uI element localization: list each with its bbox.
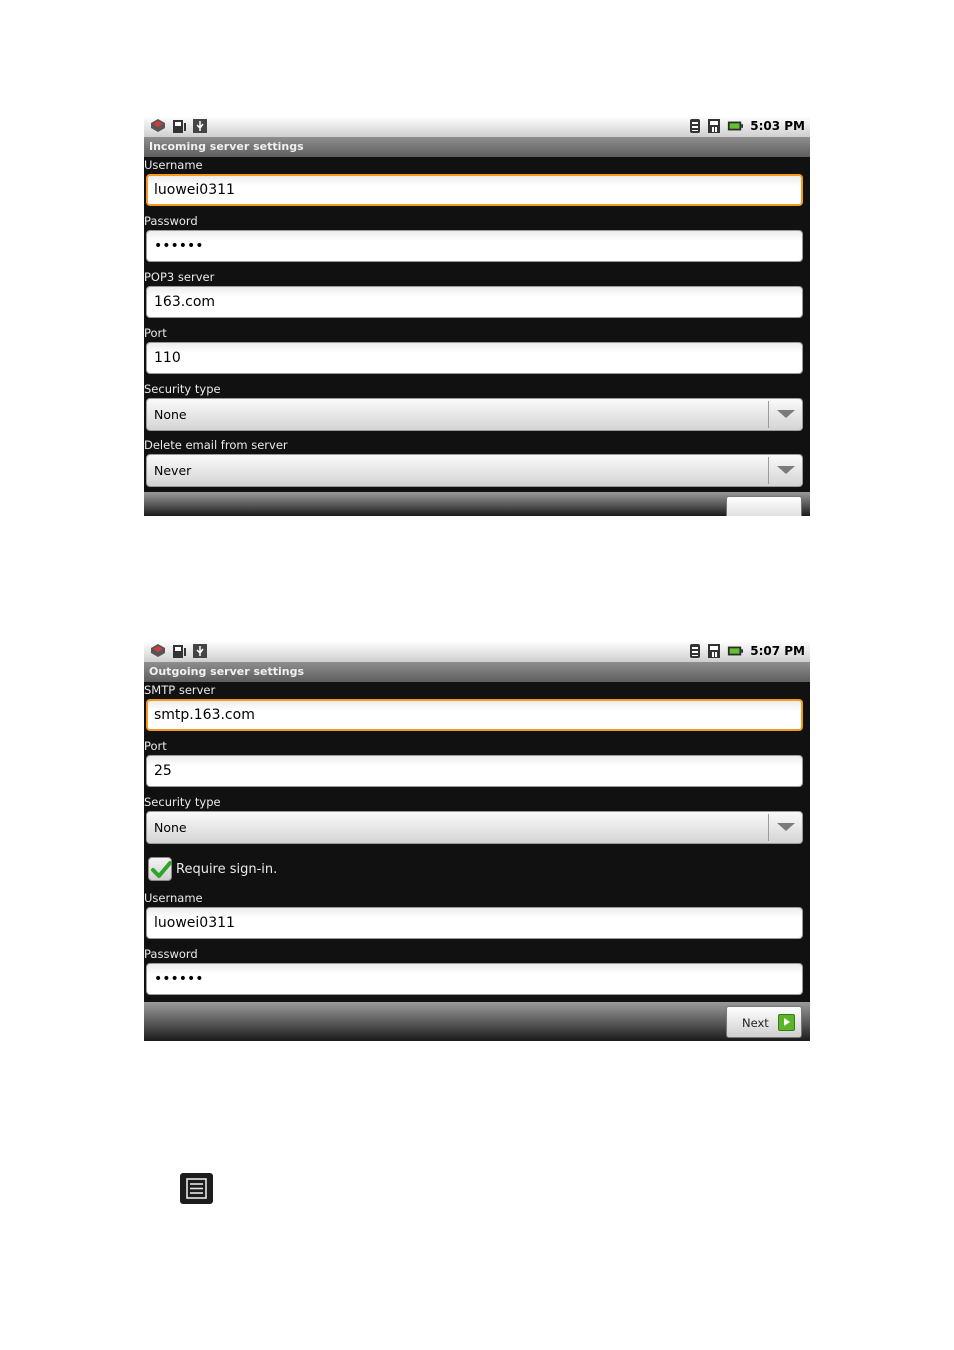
- battery-charging-icon: [728, 121, 744, 131]
- pop3-server-label: POP3 server: [144, 270, 215, 284]
- security-type-label: Security type: [144, 795, 221, 809]
- delete-email-value: Never: [154, 463, 192, 478]
- incoming-settings-screen: 5:03 PM Incoming server settings Usernam…: [144, 116, 810, 516]
- next-button-label: Next: [742, 1016, 769, 1030]
- next-button[interactable]: Next: [726, 1006, 802, 1038]
- bottom-bar: [144, 492, 810, 516]
- status-time: 5:03 PM: [750, 119, 805, 133]
- require-signin-checkbox[interactable]: [148, 857, 172, 881]
- chevron-down-icon: [777, 466, 795, 474]
- require-signin-label: Require sign-in.: [176, 861, 278, 877]
- password-label: Password: [144, 214, 198, 228]
- security-type-select[interactable]: None: [146, 398, 803, 431]
- delete-email-label: Delete email from server: [144, 438, 288, 452]
- battery-charging-icon: [728, 646, 744, 656]
- security-type-value: None: [154, 407, 187, 422]
- smtp-server-label: SMTP server: [144, 683, 216, 697]
- pop3-server-field[interactable]: 163.com: [146, 286, 803, 318]
- outgoing-settings-screen: 5:07 PM Outgoing server settings SMTP se…: [144, 641, 810, 1041]
- arrow-right-icon: [778, 1014, 795, 1031]
- username-label: Username: [144, 891, 203, 905]
- checkmark-icon: [151, 861, 172, 878]
- delete-email-select[interactable]: Never: [146, 454, 803, 487]
- page-title: Incoming server settings: [144, 137, 810, 157]
- wifi-icon: [690, 644, 701, 658]
- sd-card-icon: [173, 120, 186, 133]
- status-bar: 5:03 PM: [144, 116, 810, 137]
- status-time: 5:07 PM: [750, 644, 805, 658]
- port-label: Port: [144, 739, 167, 753]
- signal-icon: [708, 644, 721, 658]
- username-field[interactable]: luowei0311: [146, 907, 803, 939]
- wifi-icon: [690, 119, 701, 133]
- usb-icon: [193, 644, 207, 658]
- security-type-label: Security type: [144, 382, 221, 396]
- port-field[interactable]: 110: [146, 342, 803, 374]
- password-field[interactable]: ••••••: [146, 963, 803, 995]
- port-field[interactable]: 25: [146, 755, 803, 787]
- signal-icon: [708, 119, 721, 133]
- username-field[interactable]: luowei0311: [146, 174, 803, 206]
- username-label: Username: [144, 158, 203, 172]
- password-field[interactable]: ••••••: [146, 230, 803, 262]
- sd-card-icon: [173, 645, 186, 658]
- require-signin-row[interactable]: Require sign-in.: [148, 856, 277, 882]
- usb-icon: [193, 119, 207, 133]
- alert-icon: [151, 644, 165, 657]
- next-button[interactable]: [726, 496, 802, 516]
- page-title: Outgoing server settings: [144, 662, 810, 682]
- menu-icon: [180, 1173, 213, 1204]
- alert-icon: [151, 119, 165, 132]
- security-type-value: None: [154, 820, 187, 835]
- password-label: Password: [144, 947, 198, 961]
- security-type-select[interactable]: None: [146, 811, 803, 844]
- chevron-down-icon: [777, 823, 795, 831]
- status-bar: 5:07 PM: [144, 641, 810, 662]
- chevron-down-icon: [777, 410, 795, 418]
- port-label: Port: [144, 326, 167, 340]
- bottom-bar: Next: [144, 1002, 810, 1041]
- smtp-server-field[interactable]: smtp.163.com: [146, 699, 803, 731]
